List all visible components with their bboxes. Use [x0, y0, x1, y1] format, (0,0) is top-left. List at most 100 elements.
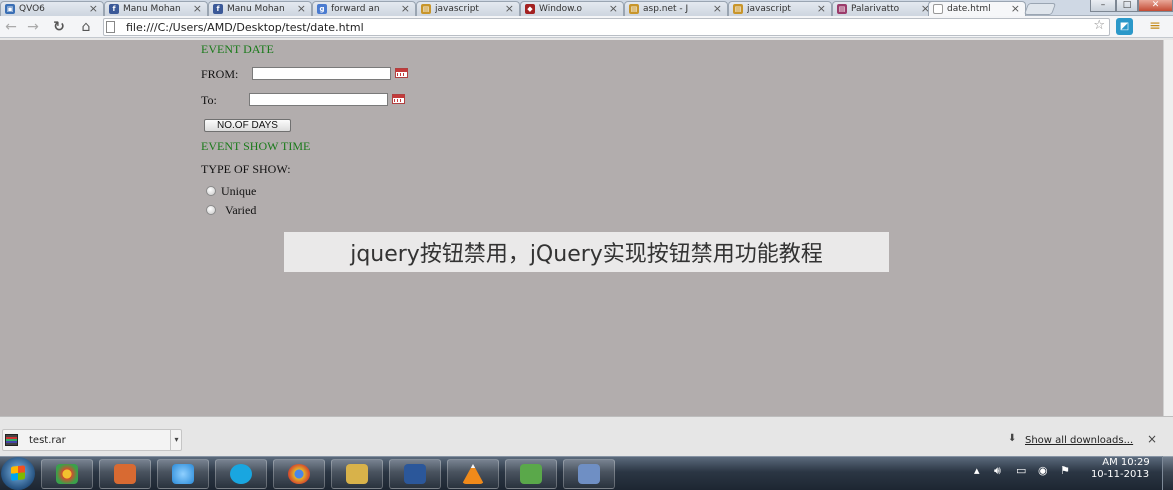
varied-radio[interactable]: [206, 205, 216, 215]
taskbar-app-vlc[interactable]: [447, 459, 499, 489]
back-button[interactable]: ←: [2, 18, 20, 36]
tab-facebook-1[interactable]: f Manu Mohan ×: [104, 1, 208, 16]
taskbar-app-skype[interactable]: [215, 459, 267, 489]
unique-radio[interactable]: [206, 186, 216, 196]
tab-label: Manu Mohan: [123, 4, 181, 14]
watermark-text: jquery按钮禁用，jQuery实现按钮禁用功能教程: [350, 242, 823, 267]
minimize-button[interactable]: –: [1090, 0, 1116, 12]
tab-close-icon[interactable]: ×: [1011, 2, 1020, 15]
home-button[interactable]: ⌂: [77, 18, 95, 36]
page-icon: ▤: [629, 4, 639, 14]
download-bar: test.rar ▾ ⬇ Show all downloads... ×: [0, 416, 1173, 456]
tab-strip: ▣ QVO6 × f Manu Mohan × f Manu Mohan × g…: [0, 0, 1173, 17]
action-center-icon[interactable]: ▭: [1016, 464, 1026, 477]
unique-label: Unique: [221, 184, 257, 198]
calendar-icon[interactable]: [395, 68, 408, 78]
address-bar[interactable]: ☆: [103, 18, 1110, 36]
media-player-icon: [114, 464, 136, 484]
qvo6-icon: ▣: [5, 4, 15, 14]
taskbar-app-media-player[interactable]: [99, 459, 151, 489]
tab-palarivattom[interactable]: ▤ Palarivatto ×: [832, 1, 936, 16]
page-content: EVENT DATE FROM: To: NO.OF DAYS EVENT SH…: [0, 40, 1163, 416]
no-of-days-button[interactable]: NO.OF DAYS: [204, 119, 291, 132]
from-label: FROM:: [201, 67, 239, 81]
flag-icon[interactable]: ⚑: [1060, 464, 1070, 477]
close-window-button[interactable]: ✕: [1138, 0, 1173, 12]
windows-taskbar: ▴ 🔊︎ ▭ ◉ ⚑: [0, 456, 1173, 490]
download-file-name: test.rar: [29, 435, 66, 446]
network-icon[interactable]: ◉: [1038, 464, 1048, 477]
folder-icon: [346, 464, 368, 484]
tab-google[interactable]: g forward an ×: [312, 1, 416, 16]
facebook-icon: f: [213, 4, 223, 14]
tab-facebook-2[interactable]: f Manu Mohan ×: [208, 1, 312, 16]
rar-file-icon: [5, 434, 18, 446]
vertical-scrollbar[interactable]: [1163, 40, 1173, 416]
taskbar-app-internet-explorer[interactable]: [157, 459, 209, 489]
show-all-downloads-link[interactable]: Show all downloads...: [1025, 435, 1133, 446]
show-desktop-button[interactable]: [1162, 456, 1173, 490]
extension-icon[interactable]: ◩: [1116, 18, 1133, 35]
tab-date-html[interactable]: date.html ×: [928, 1, 1026, 17]
forward-button[interactable]: →: [24, 18, 42, 36]
close-download-bar-icon[interactable]: ×: [1147, 432, 1157, 446]
tab-close-icon[interactable]: ×: [89, 2, 98, 15]
maximize-button[interactable]: □: [1116, 0, 1138, 12]
clock-time[interactable]: AM 10:29: [1096, 457, 1156, 468]
chevron-down-icon[interactable]: ▾: [170, 430, 182, 450]
vlc-icon: [462, 464, 484, 484]
word-icon: [404, 464, 426, 484]
to-date-field[interactable]: [249, 93, 388, 106]
tab-javascript-1[interactable]: ▤ javascript ×: [416, 1, 520, 16]
tab-label: Window.o: [539, 4, 583, 14]
paint-icon: [578, 464, 600, 484]
tab-javascript-2[interactable]: ▤ javascript ×: [728, 1, 832, 16]
chrome-icon: [56, 464, 78, 484]
tab-qvo6[interactable]: ▣ QVO6 ×: [0, 1, 104, 16]
mozilla-icon: ◆: [525, 4, 535, 14]
tab-close-icon[interactable]: ×: [193, 2, 202, 15]
tab-window[interactable]: ◆ Window.o ×: [520, 1, 624, 16]
start-button[interactable]: [1, 457, 35, 490]
page-icon: [106, 21, 115, 33]
chrome-icon: [288, 464, 310, 484]
varied-label: Varied: [225, 203, 257, 217]
tray-arrow-icon[interactable]: ▴: [974, 464, 980, 477]
tab-close-icon[interactable]: ×: [505, 2, 514, 15]
tab-label: asp.net - J: [643, 4, 689, 14]
calendar-icon[interactable]: [392, 94, 405, 104]
taskbar-app-chrome-pinned[interactable]: [41, 459, 93, 489]
event-date-heading: EVENT DATE: [201, 42, 274, 56]
new-tab-button[interactable]: [1023, 3, 1057, 15]
tab-label: Manu Mohan: [227, 4, 285, 14]
download-item[interactable]: test.rar ▾: [2, 429, 182, 451]
google-icon: g: [317, 4, 327, 14]
clock-date[interactable]: 10-11-2013: [1090, 469, 1150, 480]
tab-close-icon[interactable]: ×: [297, 2, 306, 15]
star-icon[interactable]: ☆: [1093, 18, 1105, 33]
page-icon: ▤: [733, 4, 743, 14]
tab-close-icon[interactable]: ×: [609, 2, 618, 15]
tab-label: date.html: [947, 4, 991, 14]
browser-toolbar: ← → ↻ ⌂ ☆: [0, 16, 1173, 38]
from-date-field[interactable]: [252, 67, 391, 80]
reload-button[interactable]: ↻: [50, 18, 68, 36]
tab-close-icon[interactable]: ×: [817, 2, 826, 15]
download-icon: ⬇: [1008, 433, 1017, 444]
tab-label: forward an: [331, 4, 380, 14]
internet-explorer-icon: [172, 464, 194, 484]
watermark-banner: jquery按钮禁用，jQuery实现按钮禁用功能教程: [284, 232, 889, 272]
tab-close-icon[interactable]: ×: [713, 2, 722, 15]
taskbar-app-word[interactable]: [389, 459, 441, 489]
taskbar-app-chrome[interactable]: [273, 459, 325, 489]
taskbar-app-paint[interactable]: [563, 459, 615, 489]
tab-aspnet[interactable]: ▤ asp.net - J ×: [624, 1, 728, 16]
url-input[interactable]: [126, 20, 1086, 34]
taskbar-app-chart[interactable]: [505, 459, 557, 489]
menu-icon[interactable]: ≡: [1146, 18, 1164, 35]
taskbar-app-file-explorer[interactable]: [331, 459, 383, 489]
tab-close-icon[interactable]: ×: [401, 2, 410, 15]
page-icon: ▤: [837, 4, 847, 14]
chart-icon: [520, 464, 542, 484]
volume-icon[interactable]: 🔊︎: [994, 464, 1001, 478]
